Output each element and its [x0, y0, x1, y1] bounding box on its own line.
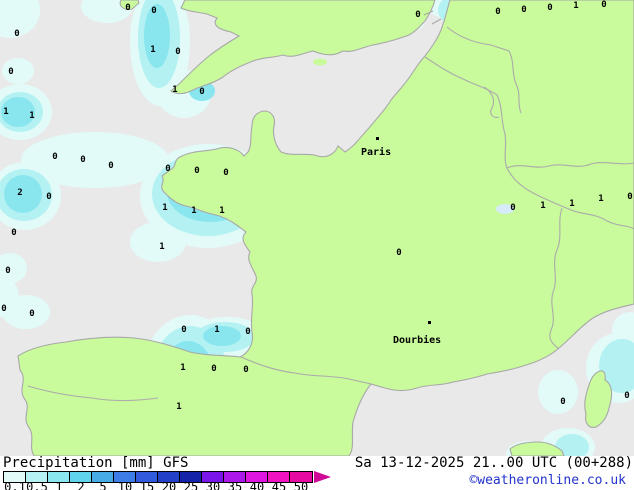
precip-value: 0: [601, 0, 606, 10]
forecast-datetime: Sa 13-12-2025 21..00 UTC (00+288): [354, 455, 633, 471]
precip-value: 2: [17, 188, 22, 198]
precip-value: 0: [165, 164, 170, 174]
colorbar-tick: 25: [183, 480, 199, 490]
precipitation-map: 0 0 0 1 0 0 1 0 1 1 0 0 0 0 0 0 0 1 0 0 0 0 2 0 1 1 1 0 1 0 0 0 0 0 1 1 1 0 0 1…: [0, 0, 634, 456]
precip-value: 1: [159, 242, 164, 252]
colorbar-tick: 50: [293, 480, 309, 490]
precip-value: 1: [214, 325, 219, 335]
precip-value: 1: [3, 107, 8, 117]
precip-value: 0: [560, 397, 565, 407]
precip-value: 1: [172, 85, 177, 95]
credit-link[interactable]: ©weatheronline.co.uk: [469, 473, 626, 488]
colorbar-tick: 0.5: [26, 480, 48, 490]
colorbar-tick: 30: [205, 480, 221, 490]
precip-value: 0: [199, 87, 204, 97]
colorbar-tick: 40: [249, 480, 265, 490]
weather-map-page: 0001001011000000010000201110100000111001…: [0, 0, 634, 490]
colorbar-tick: 20: [161, 480, 177, 490]
colorbar-tick-labels: 0.1 0.5 1 2 5 10 15 20 25 30 35 40 45 50: [0, 480, 340, 490]
precip-value: 1: [180, 363, 185, 373]
precip-value: 0: [223, 168, 228, 178]
precip-value: 0: [624, 391, 629, 401]
precip-value: 1: [176, 402, 181, 412]
legend-title: Precipitation [mm] GFS: [3, 455, 189, 471]
colorbar-tick: 1: [55, 480, 63, 490]
precip-value: 0: [108, 161, 113, 171]
precip-value: 0: [211, 364, 216, 374]
precip-value: 0: [521, 5, 526, 15]
city-dot-dourbies: [428, 321, 431, 324]
precip-value: 0: [510, 203, 515, 213]
precip-value: 0: [8, 67, 13, 77]
precip-value: 0: [1, 304, 6, 314]
precip-value: 1: [29, 111, 34, 121]
precip-value: 1: [573, 1, 578, 11]
precip-value: 0: [175, 47, 180, 57]
city-label-paris: Paris: [361, 146, 391, 158]
colorbar-tick: 45: [271, 480, 287, 490]
precip-value: 0: [627, 192, 632, 202]
precip-value: 0: [5, 266, 10, 276]
precip-value: 0: [125, 3, 130, 13]
colorbar-tick: 2: [77, 480, 85, 490]
precip-value: 1: [150, 45, 155, 55]
precip-value: 1: [540, 201, 545, 211]
precip-value: 0: [415, 10, 420, 20]
precip-value: 1: [219, 206, 224, 216]
precip-value: 0: [243, 365, 248, 375]
city-dot-paris: [376, 137, 379, 140]
precip-value: 0: [194, 166, 199, 176]
colorbar-tick: 10: [117, 480, 133, 490]
colorbar-tick: 5: [99, 480, 107, 490]
colorbar-tick: 15: [139, 480, 155, 490]
precip-value: 0: [46, 192, 51, 202]
colorbar-tick: 0.1: [4, 480, 26, 490]
precip-value: 1: [162, 203, 167, 213]
precip-value: 0: [52, 152, 57, 162]
precip-value: 0: [181, 325, 186, 335]
precip-value: 0: [495, 7, 500, 17]
precip-value: 0: [29, 309, 34, 319]
legend-strip: Precipitation [mm] GFS Sa 13-12-2025 21.…: [0, 455, 634, 490]
precip-value: 0: [151, 6, 156, 16]
precip-value: 1: [569, 199, 574, 209]
isle-of-wight: [313, 58, 327, 66]
precip-value: 0: [547, 3, 552, 13]
precip-value: 0: [245, 327, 250, 337]
colorbar-tick: 35: [227, 480, 243, 490]
precip-value: 0: [14, 29, 19, 39]
precip-value: 0: [396, 248, 401, 258]
precip-value: 1: [598, 194, 603, 204]
precip-value: 0: [80, 155, 85, 165]
precip-value: 0: [11, 228, 16, 238]
city-label-dourbies: Dourbies: [393, 334, 441, 346]
precip-value: 1: [191, 206, 196, 216]
